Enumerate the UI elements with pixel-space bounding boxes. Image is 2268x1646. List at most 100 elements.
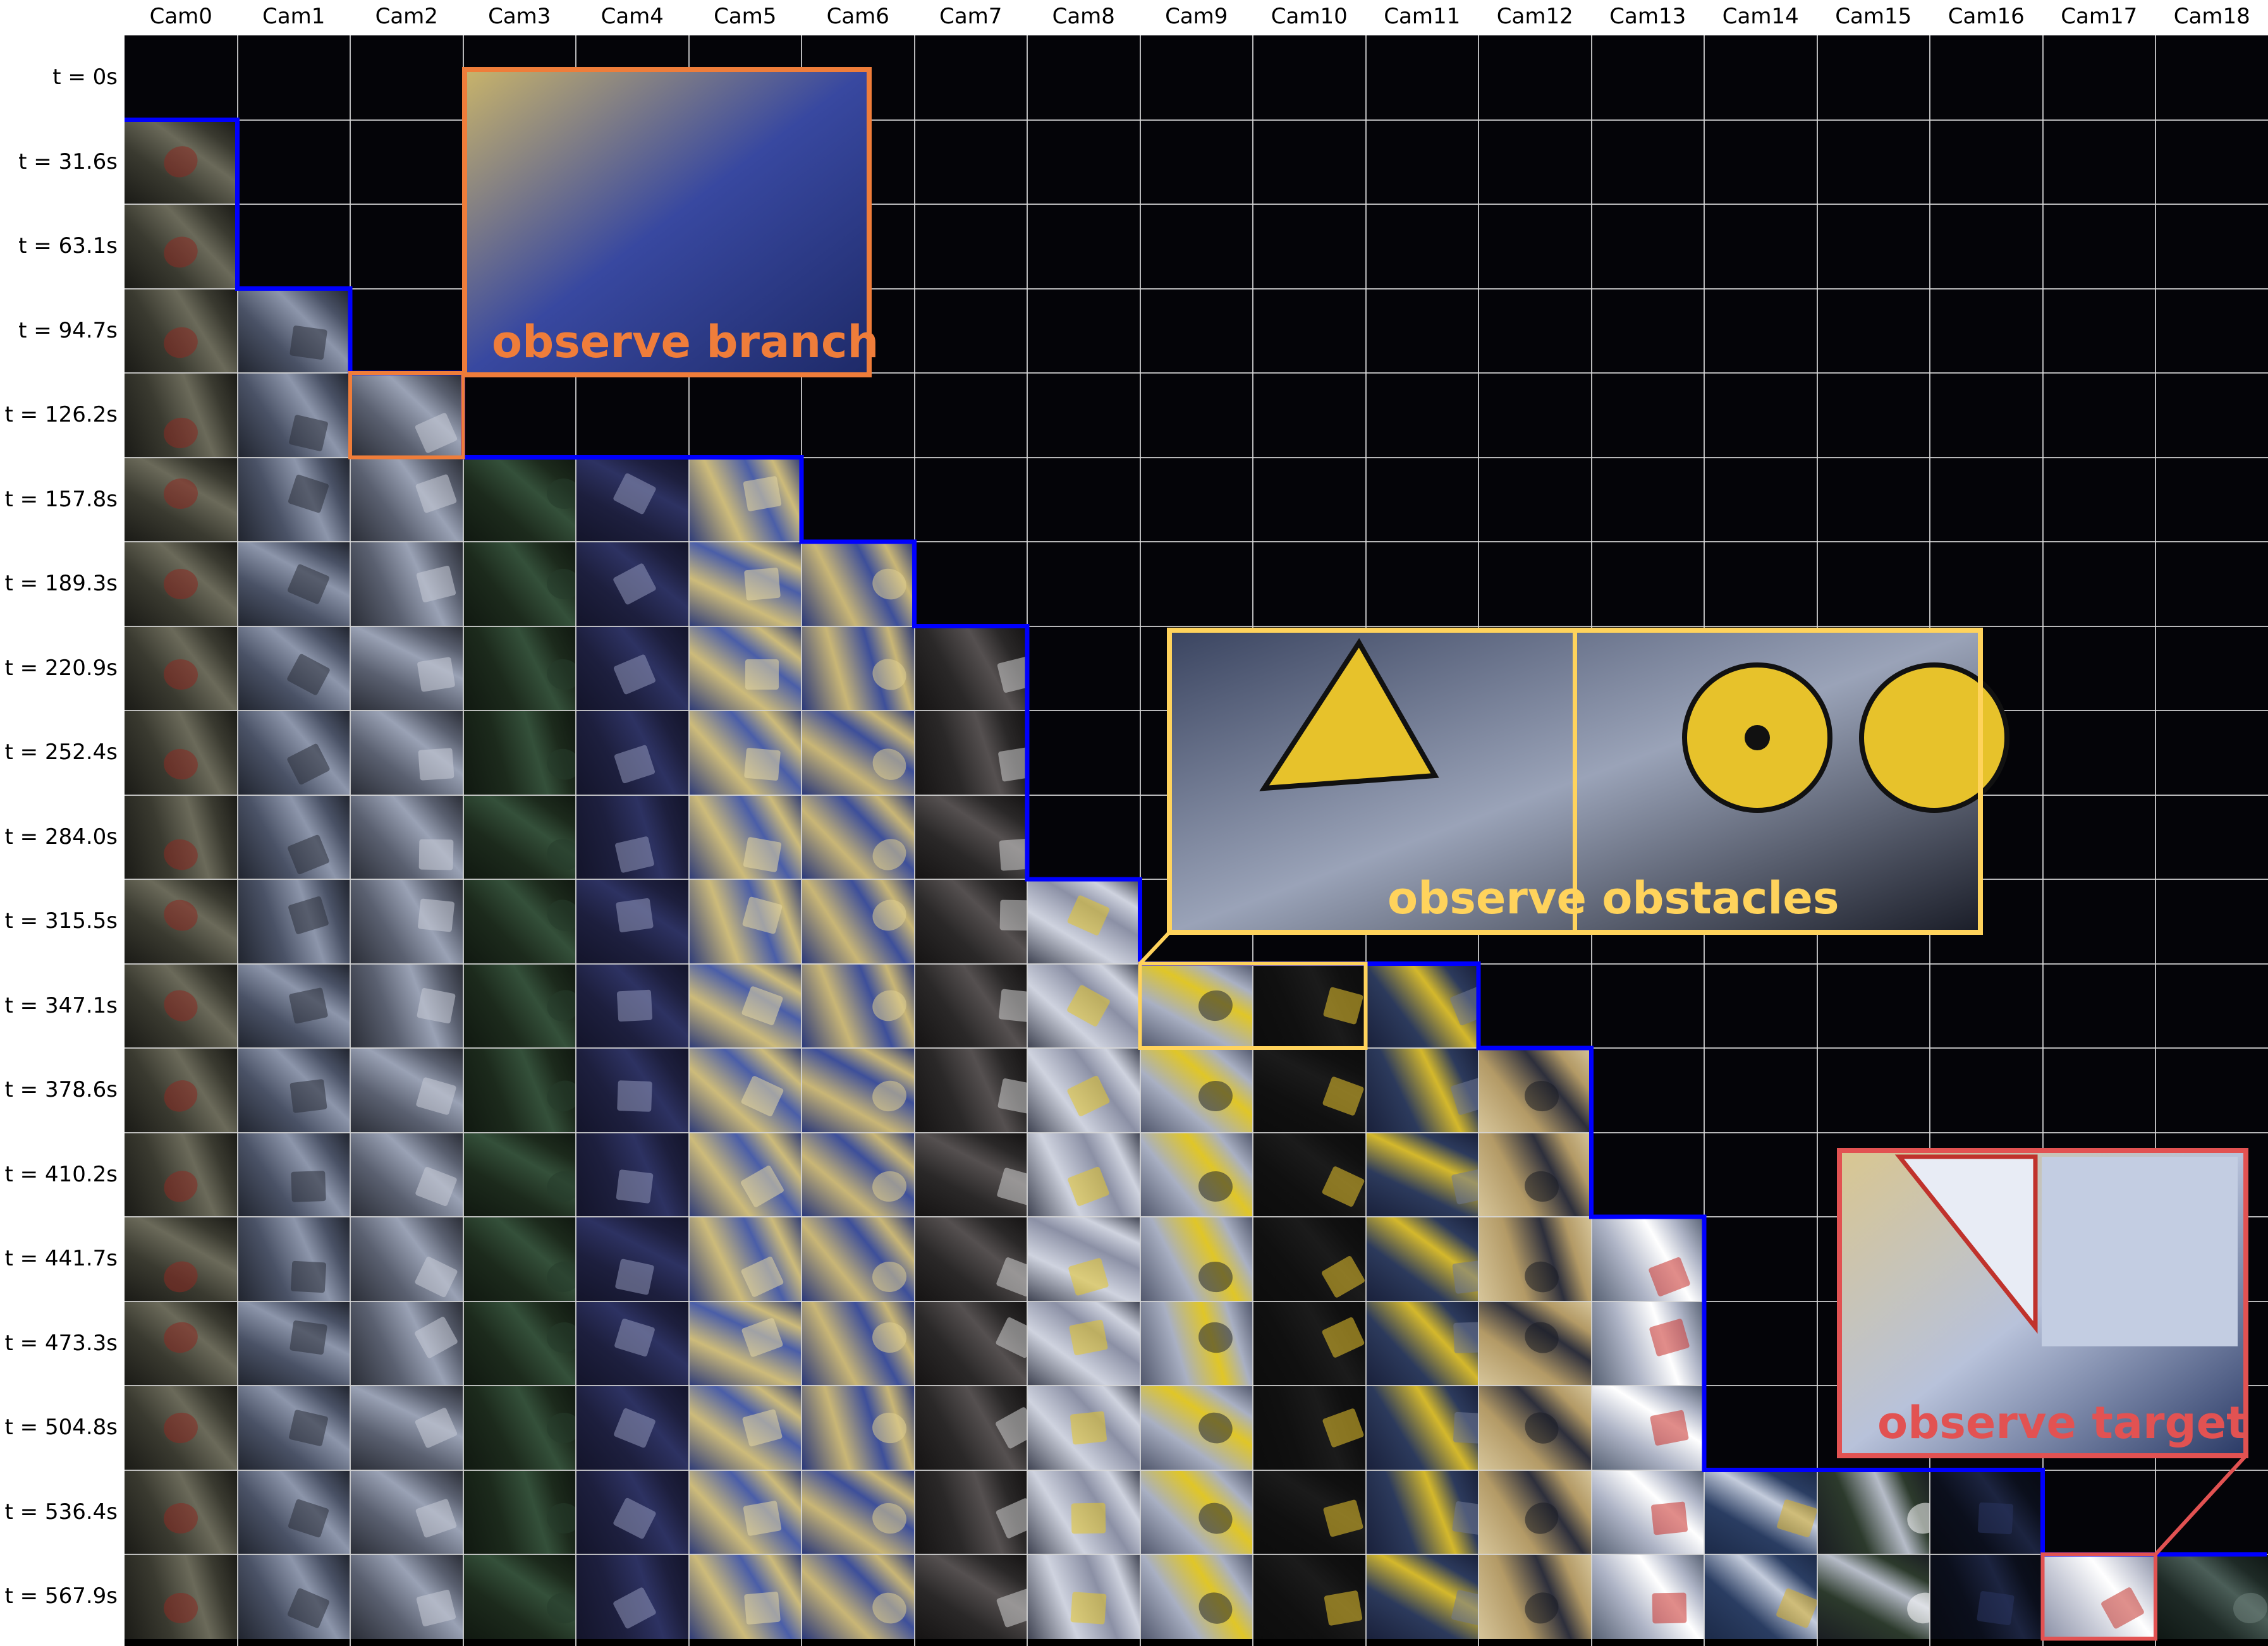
empty-frame — [1817, 373, 1930, 458]
camera-frame — [125, 1132, 238, 1217]
camera-frame — [914, 963, 1027, 1048]
empty-frame — [1140, 879, 1253, 964]
camera-frame — [237, 1301, 350, 1386]
grid-line — [801, 35, 802, 1646]
row-label-7: t = 220.9s — [4, 655, 118, 681]
empty-frame — [1591, 1132, 1704, 1217]
frame-detail — [544, 566, 576, 602]
frame-detail — [1976, 1590, 2015, 1626]
camera-frame — [237, 1217, 350, 1302]
empty-frame — [1930, 542, 2043, 626]
frame-detail — [161, 415, 200, 451]
camera-frame — [576, 1048, 689, 1133]
empty-frame — [1704, 119, 1817, 204]
grid-line — [1139, 35, 1141, 1646]
empty-frame — [1704, 1217, 1817, 1302]
empty-frame — [2042, 1217, 2155, 1302]
frame-detail — [994, 1406, 1027, 1449]
column-header-cam9: Cam9 — [1165, 4, 1228, 29]
frame-detail — [613, 1407, 656, 1449]
camera-frame — [463, 879, 576, 964]
empty-frame — [1478, 119, 1592, 204]
row-label-4: t = 126.2s — [4, 402, 118, 427]
camera-frame — [350, 1217, 463, 1302]
camera-frame — [125, 1470, 238, 1554]
frame-detail — [414, 1406, 458, 1449]
camera-frame — [914, 1301, 1027, 1386]
empty-frame — [350, 35, 463, 120]
frame-detail — [418, 748, 454, 781]
empty-frame — [1365, 626, 1478, 710]
empty-frame — [1140, 204, 1253, 289]
frame-detail — [544, 1590, 576, 1626]
camera-frame — [350, 710, 463, 795]
empty-frame — [2042, 710, 2155, 795]
empty-frame — [1817, 710, 1930, 795]
empty-frame — [1478, 542, 1592, 626]
frame-detail — [867, 833, 911, 876]
camera-frame — [576, 1217, 689, 1302]
frame-detail — [872, 1260, 907, 1293]
frame-detail — [415, 1498, 457, 1539]
frame-detail — [1649, 1318, 1690, 1357]
empty-frame — [1817, 1217, 1930, 1302]
frame-detail — [288, 987, 329, 1025]
empty-frame — [1817, 1048, 1930, 1133]
camera-frame — [125, 373, 238, 458]
camera-frame — [1253, 1470, 1366, 1554]
grid-line — [462, 35, 464, 1646]
camera-frame — [1478, 1301, 1592, 1386]
frame-detail — [290, 325, 327, 360]
empty-frame — [1817, 457, 1930, 542]
frame-detail — [1066, 984, 1111, 1028]
frame-detail — [1195, 1319, 1236, 1356]
camera-frame — [1253, 1386, 1366, 1470]
empty-frame — [1591, 542, 1704, 626]
row-label-8: t = 252.4s — [4, 740, 118, 765]
frame-detail — [417, 898, 454, 933]
empty-frame — [2155, 373, 2268, 458]
frame-detail — [999, 899, 1027, 931]
frame-detail — [416, 987, 456, 1024]
empty-frame — [1591, 795, 1704, 879]
grid-line — [1252, 35, 1253, 1646]
camera-frame — [576, 1554, 689, 1639]
frame-detail — [869, 1588, 911, 1628]
camera-frame — [688, 1132, 802, 1217]
camera-frame — [125, 1386, 238, 1470]
empty-frame — [463, 373, 576, 458]
grid-line — [1590, 35, 1592, 1646]
frame-detail — [997, 747, 1027, 783]
empty-frame — [688, 119, 802, 204]
grid-line — [125, 541, 2268, 542]
camera-frame — [125, 288, 238, 373]
grid-line — [575, 35, 576, 1646]
camera-frame — [1027, 1386, 1140, 1470]
empty-frame — [1365, 795, 1478, 879]
frame-detail — [159, 1257, 202, 1297]
camera-frame — [125, 542, 238, 626]
camera-frame — [350, 457, 463, 542]
camera-frame — [1253, 1554, 1366, 1639]
empty-frame — [1365, 457, 1478, 542]
empty-frame — [2155, 542, 2268, 626]
empty-frame — [2042, 879, 2155, 964]
camera-frame — [463, 710, 576, 795]
frame-detail — [286, 743, 331, 786]
frame-detail — [1070, 1411, 1107, 1445]
row-label-3: t = 94.7s — [18, 317, 118, 343]
frame-detail — [615, 898, 654, 933]
grid-line — [125, 1385, 2268, 1386]
camera-frame — [802, 879, 915, 964]
empty-frame — [1140, 795, 1253, 879]
frame-detail — [417, 656, 455, 692]
camera-frame — [350, 626, 463, 710]
empty-frame — [1478, 795, 1592, 879]
camera-frame — [1365, 963, 1478, 1048]
grid-line — [1478, 35, 1479, 1646]
frame-detail — [161, 836, 202, 874]
empty-frame — [576, 35, 689, 120]
empty-frame — [914, 288, 1027, 373]
frame-detail — [159, 1165, 203, 1208]
empty-frame — [1930, 288, 2043, 373]
